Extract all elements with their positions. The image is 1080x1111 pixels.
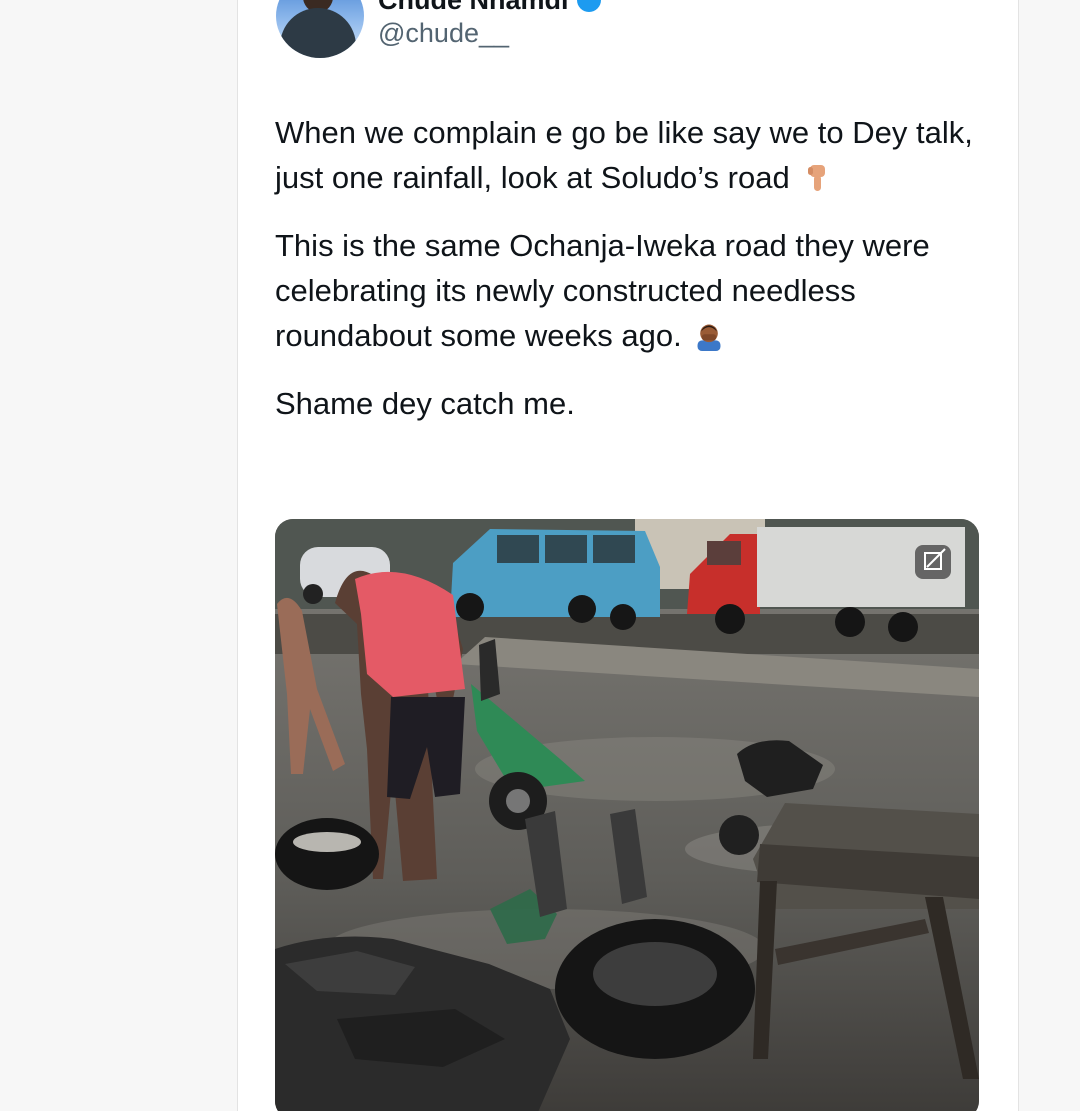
avatar[interactable]	[276, 0, 364, 58]
tweet-media-image[interactable]	[275, 519, 979, 1111]
facepalm-emoji-icon	[697, 324, 721, 351]
avatar-body	[280, 8, 356, 58]
screenshot-page: Chude Nnamdi @chude__ When we complain e…	[0, 0, 1080, 1111]
tweet-text: When we complain e go be like say we to …	[275, 110, 985, 449]
user-handle[interactable]: @chude__	[378, 18, 509, 49]
verified-badge-icon	[576, 0, 601, 12]
display-name[interactable]: Chude Nnamdi	[378, 0, 569, 16]
tweet-paragraph-text: Shame dey catch me.	[275, 386, 575, 421]
tweet-card[interactable]: Chude Nnamdi @chude__ When we complain e…	[238, 0, 1018, 1111]
tweet-paragraph: When we complain e go be like say we to …	[275, 110, 985, 200]
tweet-paragraph: Shame dey catch me.	[275, 381, 985, 426]
tweet-paragraph-text: This is the same Ochanja-Iweka road they…	[275, 228, 930, 353]
author-name-row[interactable]: Chude Nnamdi	[378, 0, 601, 16]
pointing-down-emoji-icon	[808, 165, 826, 191]
tweet-paragraph-text: When we complain e go be like say we to …	[275, 115, 973, 195]
flooded-road-photo	[275, 519, 979, 1111]
right-column-border	[1018, 0, 1019, 1111]
tweet-paragraph: This is the same Ochanja-Iweka road they…	[275, 223, 985, 358]
